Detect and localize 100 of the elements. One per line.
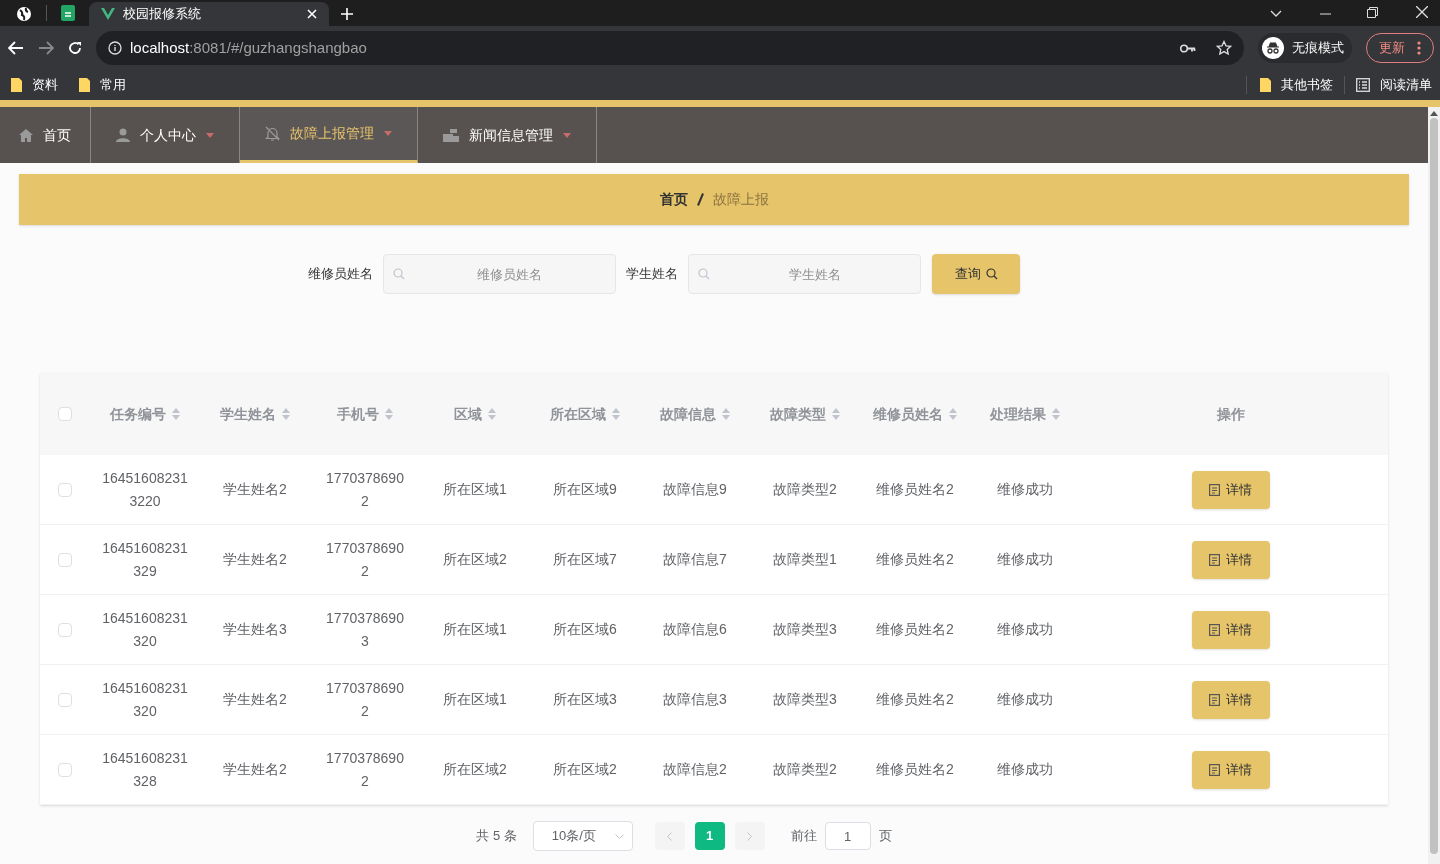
spreadsheet-icon[interactable] — [61, 5, 75, 21]
field-label: 学生姓名 — [626, 265, 678, 284]
table-cell-text: 维修员姓名2 — [876, 550, 954, 569]
field-label: 维修员姓名 — [308, 265, 373, 284]
info-icon[interactable] — [108, 41, 122, 55]
breadcrumb-item[interactable]: 首页 — [659, 189, 688, 210]
column-header: 手机号 — [337, 404, 379, 424]
search-icon — [985, 268, 998, 280]
close-icon[interactable] — [1416, 6, 1428, 18]
document-icon — [1209, 763, 1220, 776]
document-icon — [1209, 483, 1220, 496]
table-cell-text: 故障类型1 — [773, 550, 837, 569]
table-cell-text: 17703786902 — [325, 468, 405, 511]
globe-icon[interactable] — [16, 6, 32, 22]
scrollbar[interactable] — [1428, 107, 1440, 864]
table-cell-text: 故障信息3 — [663, 690, 727, 709]
table-cell-text: 故障类型3 — [773, 620, 837, 639]
next-page-button[interactable] — [734, 822, 765, 850]
sort-icon[interactable] — [612, 408, 620, 420]
table-cell-text: 维修成功 — [997, 480, 1053, 499]
table-cell-text: 所在区域2 — [443, 760, 507, 779]
bookmark[interactable]: 阅读清单 — [1356, 75, 1432, 95]
checkbox[interactable] — [58, 407, 72, 421]
nav-tab[interactable]: 新闻信息管理 — [418, 107, 597, 163]
table-cell-text: 17703786902 — [325, 748, 405, 791]
reload-icon[interactable] — [68, 41, 82, 55]
scroll-up-icon[interactable] — [1430, 111, 1438, 116]
table-cell-text: 17703786903 — [325, 608, 405, 651]
browser-tab[interactable]: 校园报修系统 — [89, 2, 329, 26]
newspaper-icon — [443, 128, 459, 142]
folder-icon — [11, 78, 22, 92]
table-cell-text: 16451608231320 — [101, 678, 189, 721]
minimize-icon[interactable] — [1320, 13, 1331, 15]
nav-tab[interactable]: 首页 — [0, 107, 91, 163]
key-icon[interactable] — [1180, 43, 1196, 53]
column-header: 维修员姓名 — [873, 404, 943, 424]
table-cell-text: 故障信息2 — [663, 760, 727, 779]
chevron-right-icon — [747, 831, 753, 841]
table-cell-text: 17703786902 — [325, 538, 405, 581]
star-icon[interactable] — [1216, 40, 1232, 56]
checkbox[interactable] — [58, 692, 72, 707]
document-icon — [1209, 553, 1220, 566]
home-icon — [19, 128, 33, 142]
table-cell-text: 维修员姓名2 — [876, 690, 954, 709]
table-cell-text: 学生姓名2 — [223, 690, 287, 709]
search-field[interactable]: 学生姓名 — [688, 254, 921, 294]
checkbox[interactable] — [58, 482, 72, 497]
total-count: 共 5 条 — [476, 827, 517, 846]
bookmark[interactable]: 常用 — [79, 75, 126, 95]
sort-icon[interactable] — [172, 408, 180, 420]
restore-icon[interactable] — [1367, 7, 1378, 18]
table-cell-text: 故障信息9 — [663, 480, 727, 499]
table-cell-text: 所在区域9 — [553, 480, 617, 499]
column-header: 学生姓名 — [220, 404, 276, 424]
table-cell-text: 学生姓名3 — [223, 620, 287, 639]
nav-tab[interactable]: 故障上报管理 — [240, 107, 418, 163]
more-icon[interactable] — [1417, 41, 1421, 55]
checkbox[interactable] — [58, 762, 72, 777]
checkbox[interactable] — [58, 552, 72, 567]
tab-title: 校园报修系统 — [123, 5, 202, 24]
details-button[interactable]: 详情 — [1191, 680, 1270, 719]
column-header: 任务编号 — [110, 404, 166, 424]
sort-icon[interactable] — [1052, 408, 1060, 420]
page-size-select[interactable]: 10条/页 — [532, 821, 633, 851]
search-field[interactable]: 维修员姓名 — [383, 254, 616, 294]
details-button[interactable]: 详情 — [1191, 750, 1270, 789]
details-button[interactable]: 详情 — [1191, 540, 1270, 579]
new-tab-icon[interactable] — [341, 8, 353, 20]
table-cell-text: 维修员姓名2 — [876, 760, 954, 779]
bookmark[interactable]: 资料 — [11, 75, 58, 95]
folder-icon — [1260, 78, 1271, 92]
sort-icon[interactable] — [722, 408, 730, 420]
bell-off-icon — [265, 126, 280, 141]
table-cell-text: 维修成功 — [997, 620, 1053, 639]
forward-icon[interactable] — [38, 41, 54, 55]
page-input[interactable]: 1 — [824, 822, 871, 850]
sort-icon[interactable] — [832, 408, 840, 420]
incognito-button[interactable]: 无痕模式 — [1258, 33, 1352, 63]
column-header: 故障信息 — [660, 404, 716, 424]
sort-icon[interactable] — [949, 408, 957, 420]
sort-icon[interactable] — [488, 408, 496, 420]
sort-icon[interactable] — [282, 408, 290, 420]
sort-icon[interactable] — [385, 408, 393, 420]
checkbox[interactable] — [58, 622, 72, 637]
back-icon[interactable] — [8, 41, 24, 55]
column-header: 操作 — [1216, 404, 1245, 424]
bookmark[interactable]: 其他书签 — [1260, 75, 1333, 95]
address-bar[interactable]: localhost:8081/#/guzhangshangbao — [96, 31, 1244, 65]
table-cell-text: 维修成功 — [997, 550, 1053, 569]
details-button[interactable]: 详情 — [1191, 610, 1270, 649]
table-cell-text: 所在区域1 — [443, 480, 507, 499]
table-cell-text: 故障信息7 — [663, 550, 727, 569]
search-icon — [393, 268, 405, 280]
prev-page-button[interactable] — [654, 822, 685, 850]
url-text: localhost:8081/#/guzhangshangbao — [130, 37, 368, 58]
chevron-down-icon[interactable] — [1270, 10, 1282, 17]
table-cell-text: 维修员姓名2 — [876, 620, 954, 639]
query-button[interactable]: 查询 — [932, 254, 1020, 294]
details-button[interactable]: 详情 — [1191, 470, 1270, 509]
table-cell-text: 所在区域3 — [553, 690, 617, 709]
